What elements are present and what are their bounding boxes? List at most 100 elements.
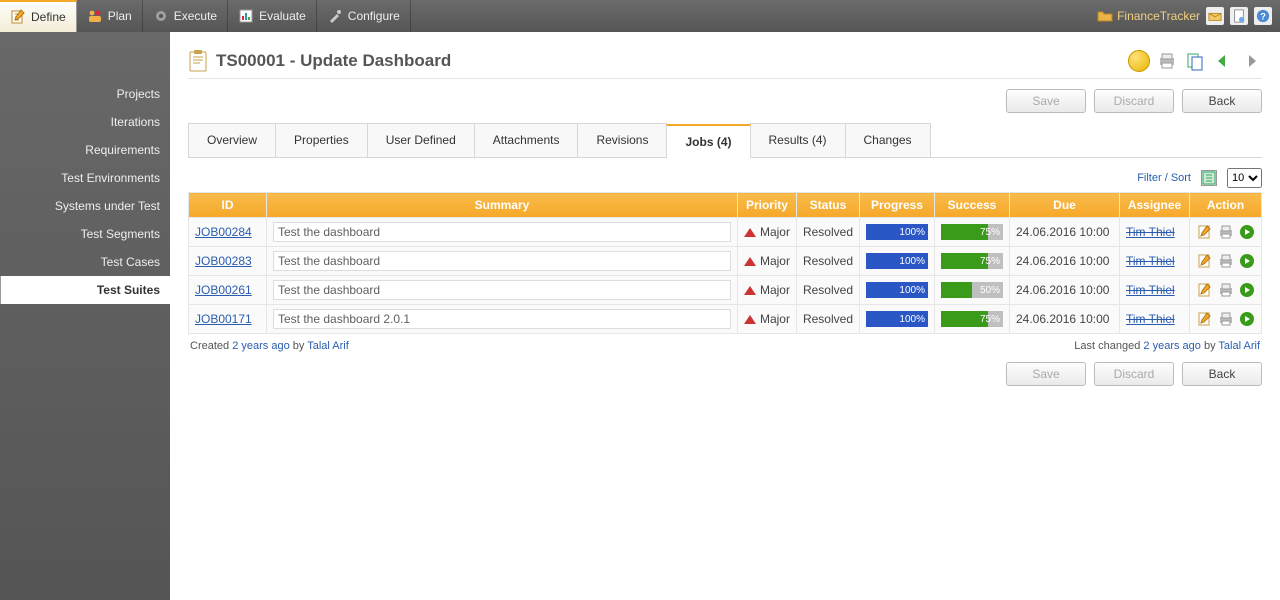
run-icon[interactable]: [1239, 224, 1255, 240]
discard-button[interactable]: Discard: [1094, 362, 1174, 386]
folder-icon: [1097, 8, 1113, 24]
nav-next-icon[interactable]: [1240, 50, 1262, 72]
sidebar: Projects Iterations Requirements Test En…: [0, 32, 170, 600]
col-action[interactable]: Action: [1190, 193, 1262, 218]
edit-icon[interactable]: [1197, 311, 1213, 327]
print-icon[interactable]: [1218, 311, 1234, 327]
topnav-tab-execute[interactable]: Execute: [143, 0, 228, 32]
sidebar-item-test-environments[interactable]: Test Environments: [0, 164, 170, 192]
tab-jobs[interactable]: Jobs (4): [666, 124, 750, 158]
run-icon[interactable]: [1239, 253, 1255, 269]
job-id-link[interactable]: JOB00283: [195, 254, 252, 268]
pagesize-select[interactable]: 10: [1227, 168, 1262, 188]
assignee-link[interactable]: Tim Thiel: [1126, 254, 1175, 268]
sidebar-item-projects[interactable]: Projects: [0, 80, 170, 108]
help-icon[interactable]: ?: [1254, 7, 1272, 25]
col-status[interactable]: Status: [796, 193, 859, 218]
print-icon[interactable]: [1218, 224, 1234, 240]
filter-sort-link[interactable]: Filter / Sort: [1137, 172, 1191, 184]
tab-results[interactable]: Results (4): [750, 123, 846, 157]
col-progress[interactable]: Progress: [860, 193, 935, 218]
status-label: Resolved: [796, 276, 859, 305]
copy-icon[interactable]: [1184, 50, 1206, 72]
sidebar-item-requirements[interactable]: Requirements: [0, 136, 170, 164]
edit-icon[interactable]: [1197, 282, 1213, 298]
jobs-table: ID Summary Priority Status Progress Succ…: [188, 192, 1262, 334]
col-id[interactable]: ID: [189, 193, 267, 218]
sidebar-item-systems-under-test[interactable]: Systems under Test: [0, 192, 170, 220]
due-label: 24.06.2016 10:00: [1010, 276, 1120, 305]
run-icon[interactable]: [1239, 282, 1255, 298]
due-label: 24.06.2016 10:00: [1010, 305, 1120, 334]
edit-icon[interactable]: [1197, 224, 1213, 240]
table-row: JOB00283MajorResolved100%75%24.06.2016 1…: [189, 247, 1262, 276]
summary-input[interactable]: [273, 280, 731, 300]
sidebar-item-test-cases[interactable]: Test Cases: [0, 248, 170, 276]
job-id-link[interactable]: JOB00261: [195, 283, 252, 297]
due-label: 24.06.2016 10:00: [1010, 218, 1120, 247]
tab-changes[interactable]: Changes: [845, 123, 931, 157]
sidebar-item-iterations[interactable]: Iterations: [0, 108, 170, 136]
success-bar: 75%: [941, 311, 1003, 327]
save-button[interactable]: Save: [1006, 89, 1086, 113]
topnav-tab-evaluate[interactable]: Evaluate: [228, 0, 317, 32]
print-icon[interactable]: [1218, 253, 1234, 269]
topnav-tab-label: Execute: [174, 9, 217, 23]
priority-major-icon: [744, 257, 756, 266]
topnav-tab-configure[interactable]: Configure: [317, 0, 411, 32]
tab-user-defined[interactable]: User Defined: [367, 123, 475, 157]
sidebar-item-test-suites[interactable]: Test Suites: [0, 276, 170, 304]
col-assignee[interactable]: Assignee: [1120, 193, 1190, 218]
edit-icon[interactable]: [1197, 253, 1213, 269]
status-bulb-icon[interactable]: [1128, 50, 1150, 72]
tab-attachments[interactable]: Attachments: [474, 123, 579, 157]
col-summary[interactable]: Summary: [267, 193, 738, 218]
content-tabs: Overview Properties User Defined Attachm…: [188, 123, 1262, 158]
tab-revisions[interactable]: Revisions: [577, 123, 667, 157]
col-success[interactable]: Success: [935, 193, 1010, 218]
created-user-link[interactable]: Talal Arif: [307, 340, 349, 352]
topnav-tab-plan[interactable]: Plan: [77, 0, 143, 32]
table-row: JOB00171MajorResolved100%75%24.06.2016 1…: [189, 305, 1262, 334]
assignee-link[interactable]: Tim Thiel: [1126, 312, 1175, 326]
run-icon[interactable]: [1239, 311, 1255, 327]
back-button[interactable]: Back: [1182, 362, 1262, 386]
summary-input[interactable]: [273, 251, 731, 271]
topnav-tab-label: Evaluate: [259, 9, 306, 23]
success-bar: 50%: [941, 282, 1003, 298]
page-icon[interactable]: [1230, 7, 1248, 25]
summary-input[interactable]: [273, 222, 731, 242]
topnav-tab-define[interactable]: Define: [0, 0, 77, 32]
project-switcher[interactable]: FinanceTracker: [1097, 8, 1200, 24]
nav-prev-icon[interactable]: [1212, 50, 1234, 72]
back-button[interactable]: Back: [1182, 89, 1262, 113]
tab-overview[interactable]: Overview: [188, 123, 276, 157]
main-content: TS00001 - Update Dashboard Save Discard …: [170, 32, 1280, 600]
sidebar-item-test-segments[interactable]: Test Segments: [0, 220, 170, 248]
page-title: TS00001 - Update Dashboard: [216, 51, 451, 71]
changed-user-link[interactable]: Talal Arif: [1218, 340, 1260, 352]
job-id-link[interactable]: JOB00171: [195, 312, 252, 326]
changed-ago-link[interactable]: 2 years ago: [1143, 340, 1200, 352]
created-ago-link[interactable]: 2 years ago: [232, 340, 289, 352]
status-label: Resolved: [796, 305, 859, 334]
assignee-link[interactable]: Tim Thiel: [1126, 283, 1175, 297]
tab-properties[interactable]: Properties: [275, 123, 368, 157]
print-icon[interactable]: [1218, 282, 1234, 298]
priority-label: Major: [760, 254, 790, 268]
clipboard-icon: [188, 50, 208, 72]
assignee-link[interactable]: Tim Thiel: [1126, 225, 1175, 239]
chart-icon: [238, 8, 254, 24]
job-id-link[interactable]: JOB00284: [195, 225, 252, 239]
due-label: 24.06.2016 10:00: [1010, 247, 1120, 276]
summary-input[interactable]: [273, 309, 731, 329]
save-button[interactable]: Save: [1006, 362, 1086, 386]
col-priority[interactable]: Priority: [737, 193, 796, 218]
svg-text:?: ?: [1260, 12, 1266, 23]
project-name: FinanceTracker: [1117, 9, 1200, 23]
col-due[interactable]: Due: [1010, 193, 1120, 218]
export-icon[interactable]: [1201, 170, 1217, 186]
print-icon[interactable]: [1156, 50, 1178, 72]
inbox-icon[interactable]: [1206, 7, 1224, 25]
discard-button[interactable]: Discard: [1094, 89, 1174, 113]
